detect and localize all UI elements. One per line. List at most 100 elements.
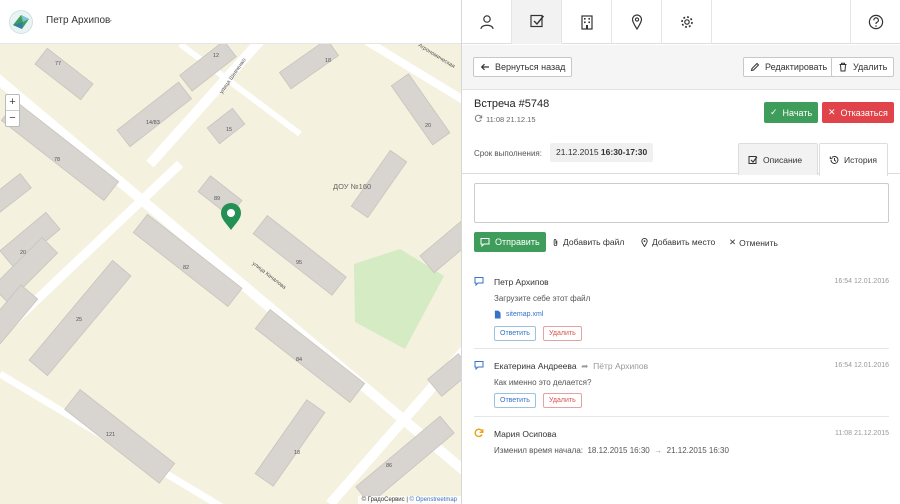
deadline-label: Срок выполнения:: [474, 149, 542, 158]
tab-companies[interactable]: [562, 0, 612, 44]
chevron-down-icon[interactable]: ⌄: [106, 14, 114, 25]
check-icon: ✓: [770, 107, 778, 117]
user-menu-name[interactable]: Петр Архипов: [46, 15, 110, 26]
map-canvas[interactable]: 77 12 18 14/83 15 20 78 89 20 82 95 25 8…: [0, 44, 461, 504]
tab-tasks[interactable]: [512, 0, 562, 44]
map-attribution: © ГрадоСервис | © Openstreetmap: [357, 496, 461, 504]
back-button-label: Вернуться назад: [495, 62, 566, 72]
edit-button[interactable]: Редактировать: [743, 57, 835, 77]
arrow-right-icon: →: [654, 446, 663, 455]
refuse-button[interactable]: ✕ Отказаться: [822, 102, 894, 123]
history-icon: [829, 155, 839, 164]
reply-button[interactable]: Ответить: [494, 326, 536, 341]
change-description: Изменил время начала:: [494, 446, 583, 455]
map-pin-icon: [641, 237, 648, 247]
building-label: 25: [76, 317, 82, 323]
building-label: 18: [294, 450, 300, 456]
building-label: 14/83: [146, 120, 160, 126]
app-logo[interactable]: [9, 10, 33, 34]
add-file-label: Добавить файл: [563, 237, 625, 247]
add-place-button[interactable]: Добавить место: [640, 237, 715, 247]
entry-author: Мария Осипова: [494, 429, 557, 439]
cancel-label: Отменить: [739, 237, 778, 248]
add-file-button[interactable]: Добавить файл: [551, 237, 624, 247]
entry-author-name: Екатерина Андреева: [494, 361, 577, 371]
comment-actions: Отправить Добавить файл Добавить место ✕…: [474, 232, 889, 252]
history-entry: Петр Архипов 16:54 12.01.2016 Загрузите …: [462, 262, 900, 349]
action-toolbar: Вернуться назад Редактировать Удалить: [462, 45, 900, 90]
trash-icon: [839, 62, 847, 72]
entry-text: Загрузите себе этот файл: [494, 294, 591, 303]
building-label: 20: [425, 123, 431, 129]
cancel-button[interactable]: ✕ Отменить: [729, 237, 778, 248]
map-graphic: 77 12 18 14/83 15 20 78 89 20 82 95 25 8…: [0, 44, 461, 504]
tab-history-label: История: [844, 155, 877, 165]
chat-bubble-icon: [480, 238, 490, 247]
zoom-control: + −: [5, 94, 20, 127]
openstreetmap-link[interactable]: © Openstreetmap: [410, 497, 457, 503]
file-name: sitemap.xml: [506, 311, 544, 318]
refuse-button-label: Отказаться: [840, 107, 888, 118]
zoom-out-button[interactable]: −: [6, 111, 19, 127]
top-bar: Петр Архипов ⌄: [0, 0, 461, 44]
question-icon: [868, 14, 883, 30]
reply-button[interactable]: Ответить: [494, 393, 536, 408]
building-label: 95: [296, 260, 302, 266]
delete-comment-button[interactable]: Удалить: [543, 326, 582, 341]
comment-icon: [474, 361, 484, 370]
building-label: 12: [213, 53, 219, 59]
help-button[interactable]: [850, 0, 900, 44]
building-label: 89: [214, 196, 220, 202]
history-entry: Мария Осипова 11:08 21.12.2015 Изменил в…: [462, 416, 900, 466]
paperclip-icon: [553, 238, 558, 246]
delete-comment-button[interactable]: Удалить: [543, 393, 582, 408]
poi-label: ДОУ №160: [333, 182, 371, 191]
old-time: 18.12.2015 16:30: [587, 446, 650, 455]
building-label: 121: [106, 432, 115, 438]
attached-file-link[interactable]: sitemap.xml: [494, 310, 543, 319]
send-button[interactable]: Отправить: [474, 232, 546, 252]
gear-icon: [680, 16, 693, 28]
history-entry: Екатерина Андреева ➦ Пётр Архипов 16:54 …: [462, 348, 900, 417]
building-label: 77: [55, 61, 61, 67]
meeting-created-time: 11:08 21.12.15: [486, 115, 536, 124]
building-label: 18: [325, 58, 331, 64]
entry-date: 16:54 12.01.2016: [834, 278, 890, 285]
time-change-icon: [474, 428, 484, 438]
new-time: 21.12.2015 16:30: [666, 446, 729, 455]
zoom-in-button[interactable]: +: [6, 95, 19, 111]
start-button-label: Начать: [782, 107, 813, 118]
add-place-label: Добавить место: [652, 237, 716, 247]
entry-text: Как именно это делается?: [494, 378, 592, 387]
tab-settings[interactable]: [662, 0, 712, 44]
entry-author: Екатерина Андреева ➦ Пётр Архипов: [494, 361, 648, 372]
tab-history[interactable]: История: [819, 143, 888, 176]
comment-input[interactable]: [474, 183, 889, 223]
user-icon: [479, 15, 494, 30]
close-icon: ✕: [828, 107, 836, 117]
delete-button[interactable]: Удалить: [831, 57, 895, 77]
deadline-row: Срок выполнения: 21.12.2015 16:30-17:30 …: [462, 141, 900, 176]
entry-text: Изменил время начала: 18.12.2015 16:30 →…: [494, 446, 729, 455]
tab-contacts[interactable]: [462, 0, 512, 44]
map-panel: Петр Архипов ⌄ 77 12 18 14/83 15 20 78 8…: [0, 0, 462, 504]
close-icon: ✕: [729, 237, 737, 247]
entry-date: 11:08 21.12.2015: [835, 430, 889, 437]
refresh-icon: [474, 114, 483, 122]
deadline-interval: 16:30-17:30: [600, 147, 648, 157]
building-label: 78: [54, 157, 60, 163]
building-label: 15: [226, 127, 232, 133]
deadline-value: 21.12.2015 16:30-17:30: [550, 143, 654, 162]
building-label: 84: [296, 357, 302, 363]
comment-icon: [474, 277, 484, 286]
tab-places[interactable]: [612, 0, 662, 44]
start-button[interactable]: ✓ Начать: [764, 102, 819, 123]
tab-description[interactable]: Описание: [738, 143, 818, 175]
entry-recipient: Пётр Архипов: [593, 361, 649, 371]
reply-arrow-icon: ➦: [581, 361, 589, 371]
send-button-label: Отправить: [495, 237, 540, 247]
delete-button-label: Удалить: [853, 62, 888, 72]
arrow-left-icon: [480, 63, 489, 71]
back-button[interactable]: Вернуться назад: [473, 57, 573, 77]
entry-date: 16:54 12.01.2016: [834, 362, 890, 369]
